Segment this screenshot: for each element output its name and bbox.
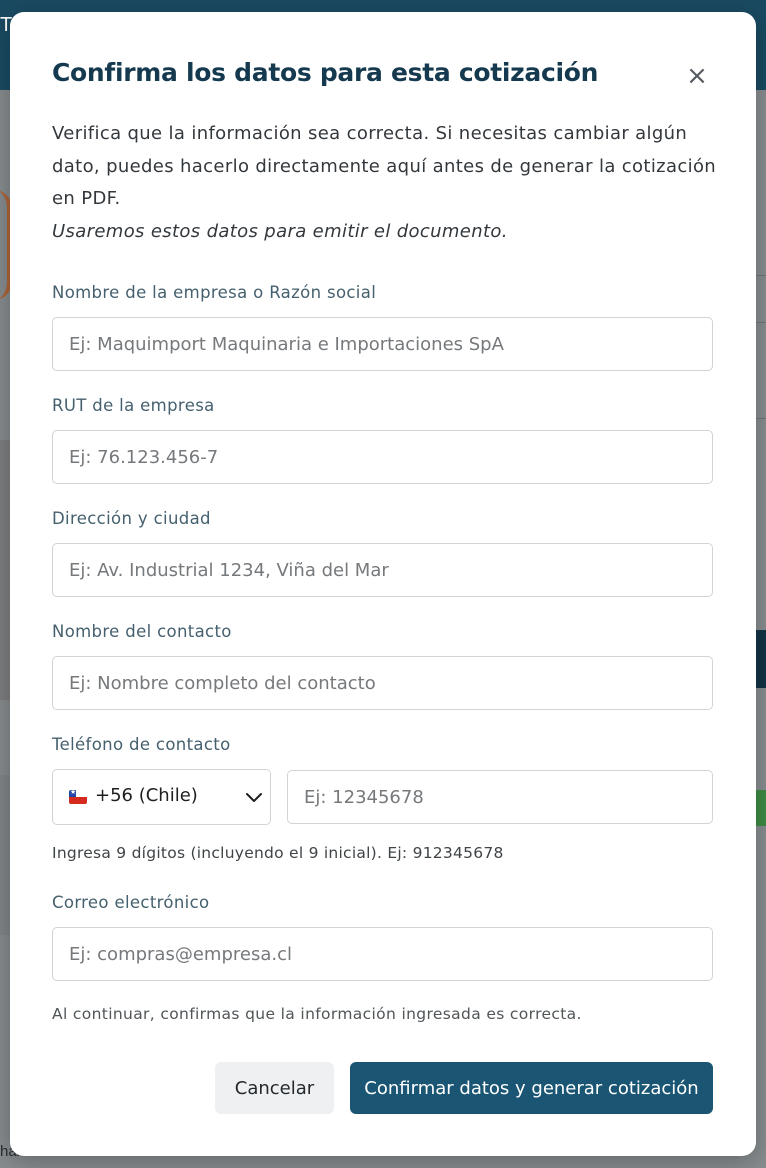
email-input[interactable] [52, 927, 713, 981]
background-product-image [0, 440, 10, 700]
background-divider [756, 418, 766, 419]
modal-title: Confirma los datos para esta cotización [52, 58, 599, 87]
background-dark-button [756, 630, 766, 688]
confirm-generate-button[interactable]: Confirmar datos y generar cotización [350, 1062, 713, 1114]
confirm-data-modal: Confirma los datos para esta cotización … [10, 12, 756, 1156]
company-name-input[interactable] [52, 317, 713, 371]
chile-flag-icon: ★ [69, 790, 87, 804]
email-label: Correo electrónico [52, 893, 210, 912]
modal-intro: Verifica que la información sea correcta… [52, 118, 722, 248]
phone-input[interactable] [287, 770, 713, 824]
phone-helper-text: Ingresa 9 dígitos (incluyendo el 9 inici… [52, 844, 504, 862]
background-right-column [756, 90, 766, 1168]
background-card [0, 775, 10, 935]
close-icon[interactable]: × [684, 63, 710, 90]
address-input[interactable] [52, 543, 713, 597]
disclaimer-text: Al continuar, confirmas que la informaci… [52, 1005, 582, 1023]
intro-text: Verifica que la información sea correcta… [52, 123, 717, 209]
address-label: Dirección y ciudad [52, 509, 211, 528]
contact-name-label: Nombre del contacto [52, 622, 232, 641]
background-green-badge [756, 790, 766, 826]
background-divider [756, 322, 766, 323]
rut-input[interactable] [52, 430, 713, 484]
phone-label: Teléfono de contacto [52, 735, 231, 754]
rut-label: RUT de la empresa [52, 396, 215, 415]
background-divider [756, 275, 766, 276]
cancel-button[interactable]: Cancelar [215, 1062, 334, 1114]
contact-name-input[interactable] [52, 656, 713, 710]
country-code-select[interactable]: ★ +56 (Chile) [52, 769, 271, 825]
company-name-label: Nombre de la empresa o Razón social [52, 283, 377, 302]
intro-note: Usaremos estos datos para emitir el docu… [52, 220, 508, 242]
chevron-down-icon [246, 793, 262, 802]
country-code-value: +56 (Chile) [95, 785, 198, 806]
